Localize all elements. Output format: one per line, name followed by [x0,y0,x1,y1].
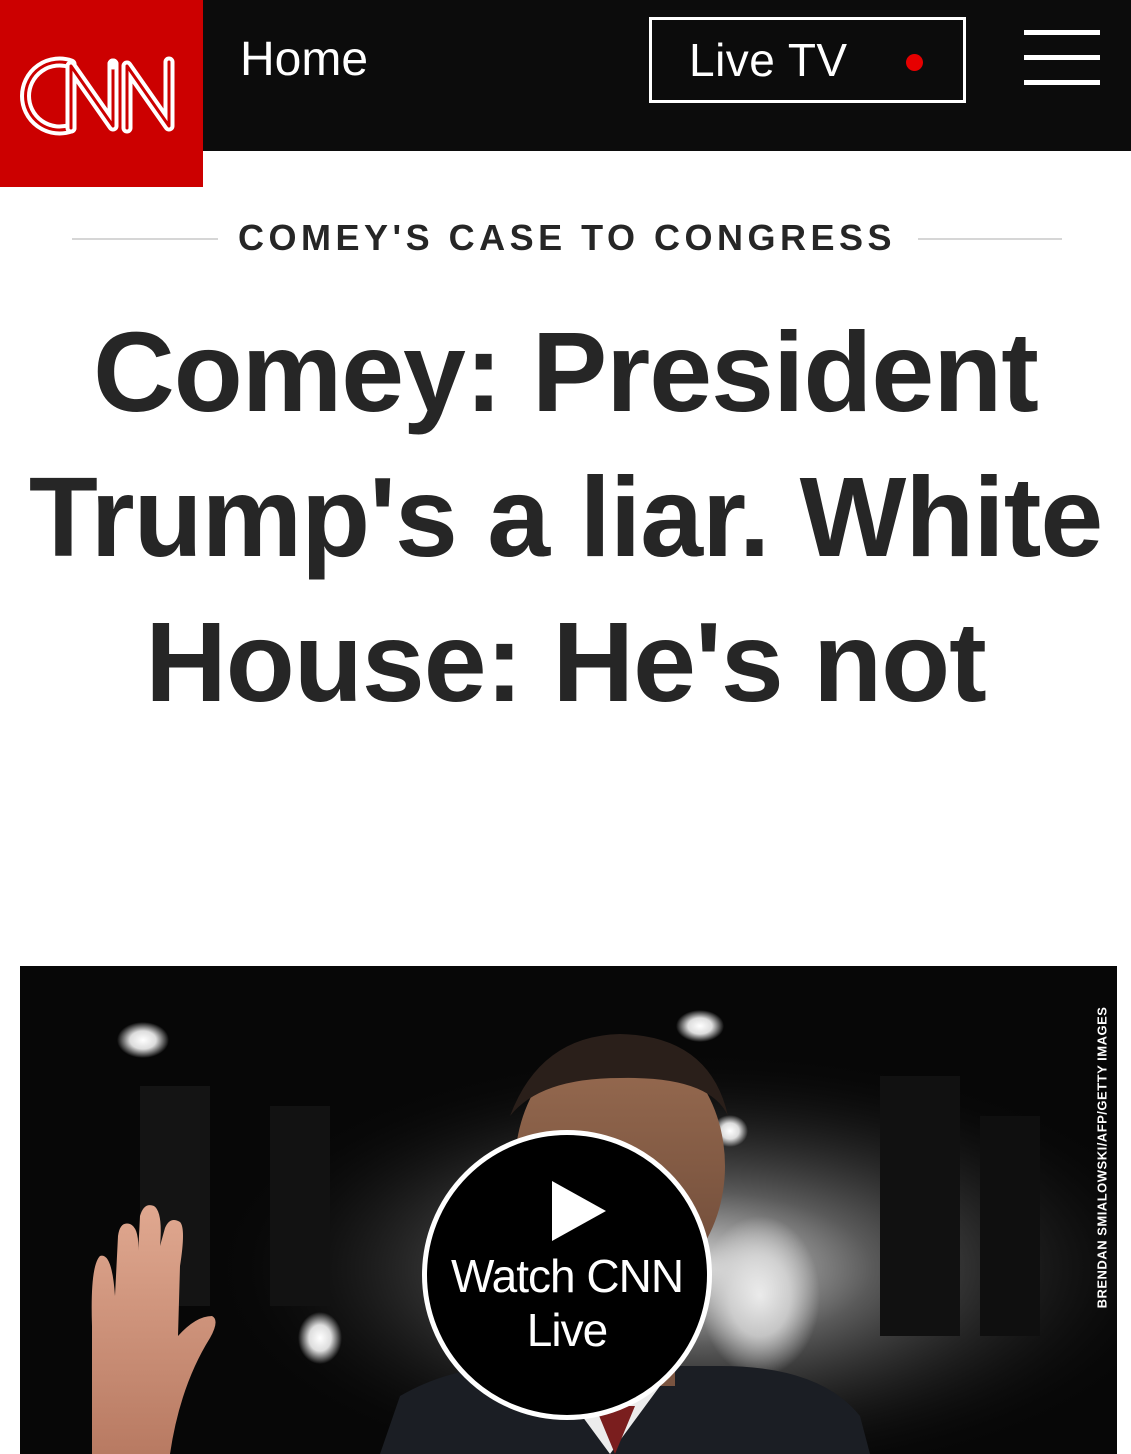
nav-home-link[interactable]: Home [240,30,368,90]
watch-cnn-live-button[interactable]: Watch CNN Live [422,1130,712,1420]
live-tv-button[interactable]: Live TV [649,17,966,103]
photo-credit: BRENDAN SMIALOWSKI/AFP/GETTY IMAGES [1090,972,1114,1342]
play-icon [552,1181,606,1241]
article-headline: Comey: President Trump's a liar. White H… [28,309,1103,725]
live-indicator-icon [906,54,923,71]
top-navigation-bar: Home Live TV [0,0,1131,187]
cnn-logo-icon [19,56,174,135]
photo-credit-text: BRENDAN SMIALOWSKI/AFP/GETTY IMAGES [1094,1006,1110,1308]
live-tv-label: Live TV [689,34,848,86]
section-kicker: COMEY'S CASE TO CONGRESS [72,212,1062,264]
kicker-text: COMEY'S CASE TO CONGRESS [238,217,896,258]
hamburger-menu-icon[interactable] [1024,30,1100,86]
watch-label: Watch CNN Live [450,1250,684,1356]
cnn-logo[interactable] [0,0,203,187]
